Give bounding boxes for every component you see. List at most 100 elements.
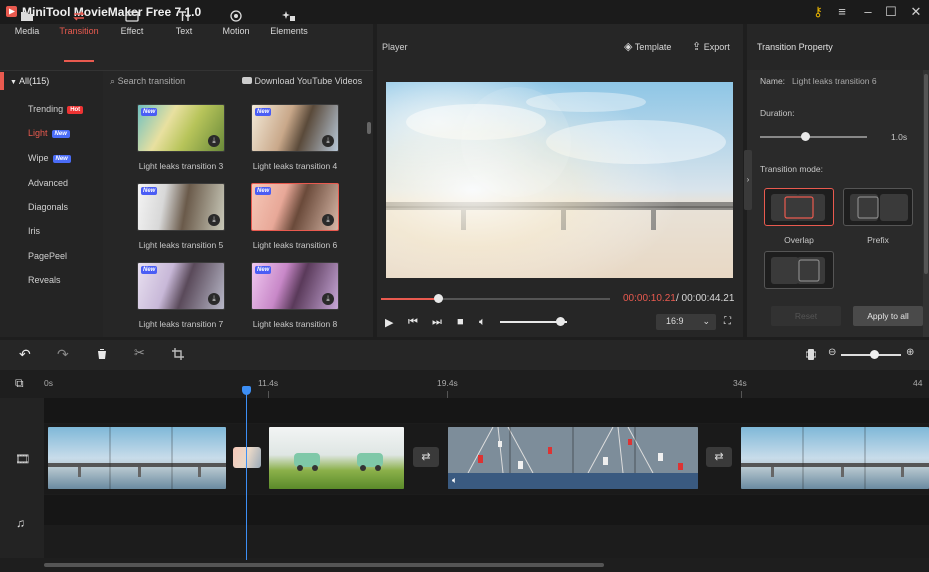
transition-thumb-7[interactable]: New ⤓ xyxy=(137,262,225,310)
transition-thumb-6[interactable]: New ⤓ xyxy=(251,183,339,231)
export-button[interactable]: ⇪ Export xyxy=(692,40,730,53)
add-transition-button[interactable]: ⇄ xyxy=(706,447,732,467)
video-preview[interactable] xyxy=(386,82,733,278)
media-scrollbar[interactable] xyxy=(367,122,371,134)
tab-motion[interactable]: Motion xyxy=(211,10,261,36)
download-icon[interactable]: ⤓ xyxy=(322,214,334,226)
zoom-out-icon[interactable]: ⊖ xyxy=(828,347,836,358)
prefix-icon xyxy=(850,194,908,221)
close-button[interactable]: ✕ xyxy=(906,2,926,22)
category-label: Light xyxy=(28,128,48,138)
category-pagepeel[interactable]: PagePeel xyxy=(28,251,67,261)
search-input[interactable]: ⌕ Search transition xyxy=(110,76,185,87)
template-label: Template xyxy=(634,42,672,52)
duration-slider[interactable] xyxy=(760,136,867,138)
category-diagonals[interactable]: Diagonals xyxy=(28,202,68,212)
maximize-button[interactable]: ☐ xyxy=(881,2,901,22)
key-icon[interactable]: ⚷ xyxy=(808,2,828,22)
audio-track[interactable] xyxy=(44,495,929,525)
overlap-icon xyxy=(771,194,825,221)
category-trending[interactable]: Trending Hot xyxy=(28,104,84,114)
transition-thumb-5[interactable]: New ⤓ xyxy=(137,183,225,231)
category-all[interactable]: ▼ All(115) xyxy=(10,76,49,86)
ruler-tick: 44 xyxy=(913,378,923,388)
transition-name-value: Light leaks transition 6 xyxy=(792,76,877,86)
category-selected-bar xyxy=(0,72,4,90)
download-icon[interactable]: ⤓ xyxy=(322,293,334,305)
delete-icon[interactable] xyxy=(96,348,108,360)
fit-zoom-icon[interactable] xyxy=(806,349,816,360)
effect-icon xyxy=(125,11,139,22)
tab-text[interactable]: Text xyxy=(159,10,209,36)
previous-frame-button[interactable]: ⏮ xyxy=(408,316,418,329)
video-clip[interactable] xyxy=(48,427,226,489)
add-transition-button[interactable]: ⇄ xyxy=(413,447,439,467)
property-scroll-thumb[interactable] xyxy=(924,74,928,274)
new-badge: New xyxy=(141,108,158,116)
minimize-button[interactable]: – xyxy=(858,2,878,22)
suffix-icon xyxy=(771,257,825,284)
category-reveals[interactable]: Reveals xyxy=(28,275,61,285)
fullscreen-icon[interactable]: ⛶ xyxy=(724,316,731,327)
category-label: Trending xyxy=(28,104,64,114)
track-headers xyxy=(0,398,44,558)
category-advanced[interactable]: Advanced xyxy=(28,178,68,188)
download-youtube-button[interactable]: Download YouTube Videos xyxy=(242,76,362,86)
new-badge: New xyxy=(141,266,158,274)
undo-icon[interactable]: ↶ xyxy=(19,346,31,363)
transition-thumb-8[interactable]: New ⤓ xyxy=(251,262,339,310)
duration-handle[interactable] xyxy=(801,132,810,141)
transition-clip[interactable] xyxy=(233,447,261,468)
zoom-in-icon[interactable]: ⊕ xyxy=(906,347,914,358)
add-track-icon[interactable]: ⧉ xyxy=(15,376,24,391)
ruler-tick: 34s xyxy=(733,378,747,388)
scissors-icon[interactable]: ✂ xyxy=(134,345,145,361)
next-frame-button[interactable]: ⏭ xyxy=(432,316,442,329)
tab-elements[interactable]: Elements xyxy=(264,10,314,36)
playback-progress xyxy=(381,298,439,300)
playhead[interactable] xyxy=(246,388,247,560)
video-clip[interactable]: 🔈︎ xyxy=(448,427,698,489)
transition-label: Light leaks transition 4 xyxy=(252,161,338,171)
tab-media[interactable]: Media xyxy=(2,10,52,36)
tab-transition[interactable]: Transition xyxy=(54,10,104,36)
play-button[interactable]: ▶ xyxy=(385,316,393,329)
reset-button[interactable]: Reset xyxy=(771,306,841,326)
crop-icon[interactable] xyxy=(172,348,184,360)
timeline-scrollbar[interactable] xyxy=(44,563,604,567)
template-button[interactable]: ◈ Template xyxy=(624,40,671,53)
motion-icon xyxy=(230,10,242,22)
timeline-ruler[interactable] xyxy=(0,370,929,398)
layers-icon: ◈ xyxy=(624,41,633,53)
download-icon[interactable]: ⤓ xyxy=(208,214,220,226)
clip-audio-icon[interactable]: 🔈︎ xyxy=(452,475,457,486)
name-label: Name: xyxy=(760,76,786,86)
redo-icon[interactable]: ↷ xyxy=(57,346,69,363)
mode-prefix[interactable] xyxy=(843,188,913,226)
download-icon[interactable]: ⤓ xyxy=(208,293,220,305)
category-iris[interactable]: Iris xyxy=(28,226,40,236)
download-icon[interactable]: ⤓ xyxy=(322,135,334,147)
transition-label: Light leaks transition 6 xyxy=(252,240,338,250)
video-clip[interactable] xyxy=(269,427,404,489)
transition-thumb-4[interactable]: New ⤓ xyxy=(251,104,339,152)
aspect-ratio-select[interactable]: 16:9 ⌄ xyxy=(656,314,716,330)
transition-label: Light leaks transition 5 xyxy=(138,240,224,250)
zoom-handle[interactable] xyxy=(870,350,879,359)
category-light[interactable]: Light New xyxy=(28,128,70,138)
tab-effect[interactable]: Effect xyxy=(107,10,157,36)
new-badge: New xyxy=(52,155,71,163)
stop-button[interactable]: ■ xyxy=(457,316,464,328)
empty-track[interactable] xyxy=(44,398,929,423)
playhead-handle[interactable] xyxy=(242,386,251,395)
volume-icon[interactable]: 🔈︎ xyxy=(479,316,486,329)
collapse-panel-button[interactable]: › xyxy=(744,150,752,210)
video-clip[interactable] xyxy=(741,427,929,489)
mode-suffix[interactable] xyxy=(764,251,834,289)
mode-overlap[interactable] xyxy=(764,188,834,226)
transition-thumb-3[interactable]: New ⤓ xyxy=(137,104,225,152)
category-wipe[interactable]: Wipe New xyxy=(28,153,71,163)
download-icon[interactable]: ⤓ xyxy=(208,135,220,147)
apply-to-all-button[interactable]: Apply to all xyxy=(853,306,923,326)
menu-icon[interactable]: ≡ xyxy=(832,2,852,22)
